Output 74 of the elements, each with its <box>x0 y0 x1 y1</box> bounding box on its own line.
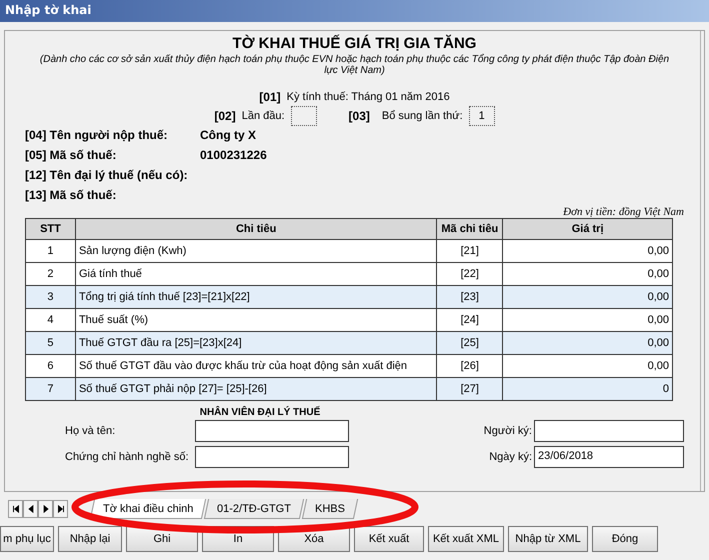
date-field[interactable]: 23/06/2018 <box>534 446 684 468</box>
table-cell: Thuế GTGT đầu ra [25]=[23]x[24] <box>75 332 437 354</box>
name-field[interactable] <box>195 420 349 442</box>
sheet-nav-button[interactable] <box>23 500 38 518</box>
info-label: [04] Tên người nộp thuế: <box>25 128 169 142</box>
action-button[interactable]: Nhập lại <box>58 526 122 552</box>
table-cell: 0,00 <box>502 286 672 308</box>
sheet-tab[interactable]: Tờ khai điều chinh <box>90 499 206 519</box>
table-cell: 0,00 <box>502 354 672 378</box>
sheet-nav-button[interactable] <box>8 500 23 518</box>
table-cell: [26] <box>436 354 503 378</box>
table-cell: 3 <box>26 286 76 308</box>
table-cell: [27] <box>436 378 503 400</box>
sheet-tab[interactable]: 01-2/TĐ-GTGT <box>204 499 304 519</box>
signer-field[interactable] <box>534 420 684 442</box>
field-label: Ngày ký: <box>488 451 533 463</box>
table-cell: Tổng trị giá tính thuế [23]=[21]x[22] <box>75 286 437 308</box>
table-cell: [23] <box>436 286 503 308</box>
table-cell: Sản lượng điện (Kwh) <box>75 240 437 262</box>
arrow-icon <box>10 504 20 514</box>
table-cell: Thuế suất (%) <box>75 308 437 332</box>
field-code: [01] <box>259 90 281 104</box>
table-cell: 7 <box>26 378 76 400</box>
table-cell: 5 <box>26 332 76 354</box>
column-header: STT <box>26 218 76 240</box>
info-value: Công ty X <box>200 128 257 142</box>
certificate-field[interactable] <box>195 446 349 468</box>
field-code: [02] <box>214 109 236 123</box>
table-cell: 2 <box>26 262 76 286</box>
table-cell: 1 <box>26 240 76 262</box>
supplement-field[interactable]: 1 <box>468 106 495 126</box>
tax-period-text: Kỳ tính thuế: Tháng 01 năm 2016 <box>286 91 450 103</box>
table-cell: Số thuế GTGT đầu vào được khấu trừ của hoạt động sản xuất điện <box>75 354 437 378</box>
table-cell: 0,00 <box>502 240 672 262</box>
column-header: Giá trị <box>502 218 672 240</box>
field-label: Bổ sung lần thứ: <box>382 110 463 122</box>
table-cell: Số thuế GTGT phải nộp [27]= [25]-[26] <box>75 378 437 400</box>
currency-note: Đơn vị tiền: đồng Việt Nam <box>562 206 684 218</box>
action-button[interactable]: Đóng <box>592 526 658 552</box>
action-button[interactable]: m phụ lục <box>0 526 54 552</box>
sheet-nav-button[interactable] <box>53 500 68 518</box>
arrow-icon <box>56 504 66 514</box>
table-cell: [24] <box>436 308 503 332</box>
field-label: Lần đầu: <box>242 110 285 122</box>
field-code: [03] <box>348 109 370 123</box>
info-value: 0100231226 <box>200 148 268 162</box>
form-title: TỜ KHAI THUẾ GIÁ TRỊ GIA TĂNG <box>232 35 478 52</box>
table-cell: 4 <box>26 308 76 332</box>
action-button[interactable]: Kết xuất XML <box>428 526 504 552</box>
column-header: Mã chi tiêu <box>436 218 503 240</box>
section-title: NHÂN VIÊN ĐẠI LÝ THUẾ <box>198 407 322 418</box>
field-label: Người ký: <box>482 425 533 437</box>
table-cell: [21] <box>436 240 503 262</box>
sheet-tab[interactable]: KHBS <box>302 499 358 519</box>
info-label: [12] Tên đại lý thuế (nếu có): <box>25 168 189 182</box>
table-cell: [25] <box>436 332 503 354</box>
action-button[interactable]: Nhập từ XML <box>508 526 588 552</box>
table-cell: 0,00 <box>502 332 672 354</box>
field-label: Chứng chỉ hành nghề số: <box>65 451 190 463</box>
action-button[interactable]: Kết xuất <box>354 526 424 552</box>
sheet-nav-button[interactable] <box>38 500 53 518</box>
table-cell: 0,00 <box>502 262 672 286</box>
table-cell: 0,00 <box>502 308 672 332</box>
field-label: Họ và tên: <box>65 425 116 437</box>
info-label: [05] Mã số thuế: <box>25 148 118 162</box>
column-header: Chi tiêu <box>75 218 437 240</box>
table-cell: 6 <box>26 354 76 378</box>
form-subtitle: (Dành cho các cơ sở sản xuất thủy điện hạch toán phụ thuộc EVN hoặc hạch toán phụ thuộc các Tổng công ty phát điện thuộc Tập đoàn Điện lực Việt Nam) <box>38 54 670 76</box>
table-cell: 0 <box>502 378 672 400</box>
window-title: Nhập tờ khai <box>0 0 709 22</box>
first-time-field[interactable] <box>290 106 317 126</box>
table-cell: [22] <box>436 262 503 286</box>
info-label: [13] Mã số thuế: <box>25 188 118 202</box>
table-cell: Giá tính thuế <box>75 262 437 286</box>
